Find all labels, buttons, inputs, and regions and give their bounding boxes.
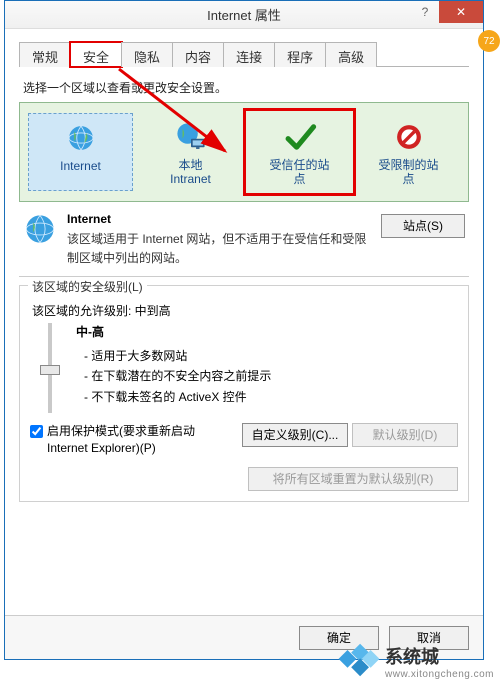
zone-name: Internet: [67, 212, 371, 226]
zone-label: 受限制的站 点: [359, 159, 458, 187]
tab-strip: 常规 安全 隐私 内容 连接 程序 高级: [19, 41, 469, 67]
zone-label: 受信任的站 点: [250, 159, 349, 187]
zone-restricted[interactable]: 受限制的站 点: [357, 113, 460, 191]
bullet: - 适用于大多数网站: [84, 346, 458, 366]
security-slider[interactable]: [36, 323, 64, 413]
allow-level-label: 该区域的允许级别: 中到高: [32, 302, 458, 319]
reset-row: 将所有区域重置为默认级别(R): [30, 467, 458, 491]
zone-trusted[interactable]: 受信任的站 点: [248, 113, 351, 191]
sites-button[interactable]: 站点(S): [381, 214, 465, 238]
level-details: 中-高 - 适用于大多数网站 - 在下载潜在的不安全内容之前提示 - 不下载未签…: [76, 323, 458, 413]
divider: [19, 276, 469, 277]
watermark: 系统城 www.xitongcheng.com: [337, 640, 494, 682]
watermark-zh: 系统城: [385, 643, 494, 669]
tab-privacy[interactable]: 隐私: [121, 42, 173, 67]
tab-content[interactable]: 内容: [172, 42, 224, 67]
window-title: Internet 属性: [207, 5, 281, 24]
close-button[interactable]: ✕: [439, 1, 483, 23]
tab-programs[interactable]: 程序: [274, 42, 326, 67]
forbidden-icon: [359, 117, 458, 157]
zone-internet[interactable]: Internet: [28, 113, 133, 191]
tab-security[interactable]: 安全: [70, 42, 122, 67]
default-level-button[interactable]: 默认级别(D): [352, 423, 458, 447]
protected-mode-checkbox[interactable]: [30, 425, 43, 438]
zone-label: 本地 Intranet: [141, 159, 240, 187]
zone-intranet[interactable]: 本地 Intranet: [139, 113, 242, 191]
slider-row: 中-高 - 适用于大多数网站 - 在下载潜在的不安全内容之前提示 - 不下载未签…: [30, 323, 458, 413]
zone-label: Internet: [31, 160, 130, 174]
protected-mode-row: 启用保护模式(要求重新启动 Internet Explorer)(P) 自定义级…: [30, 423, 458, 457]
slider-thumb[interactable]: [40, 365, 60, 375]
tab-connections[interactable]: 连接: [223, 42, 275, 67]
group-legend: 该区域的安全级别(L): [28, 278, 147, 295]
security-level-group: 该区域的安全级别(L) 该区域的允许级别: 中到高 中-高 - 适用于大多数网站…: [19, 285, 469, 502]
watermark-text: 系统城 www.xitongcheng.com: [385, 643, 494, 680]
titlebar: Internet 属性 ? ✕: [5, 1, 483, 29]
bullet: - 在下载潜在的不安全内容之前提示: [84, 366, 458, 386]
reset-all-button[interactable]: 将所有区域重置为默认级别(R): [248, 467, 458, 491]
zone-body: 该区域适用于 Internet 网站，但不适用于在受信任和受限制区域中列出的网站…: [67, 230, 371, 268]
watermark-en: www.xitongcheng.com: [385, 669, 494, 680]
globe-monitor-icon: [141, 117, 240, 157]
globe-icon: [23, 212, 57, 249]
instruction-text: 选择一个区域以查看或更改安全设置。: [23, 79, 469, 96]
tab-general[interactable]: 常规: [19, 42, 71, 67]
bullet: - 不下载未签名的 ActiveX 控件: [84, 387, 458, 407]
globe-icon: [31, 118, 130, 158]
system-buttons: ? ✕: [411, 1, 483, 23]
zone-description: Internet 该区域适用于 Internet 网站，但不适用于在受信任和受限…: [23, 212, 465, 268]
check-icon: [250, 117, 349, 157]
description-text: Internet 该区域适用于 Internet 网站，但不适用于在受信任和受限…: [67, 212, 371, 268]
client-area: 常规 安全 隐私 内容 连接 程序 高级 选择一个区域以查看或更改安全设置。 I…: [5, 29, 483, 512]
zone-selector: Internet 本地 Intranet 受信任的站 点 受限制的站 点: [19, 102, 469, 202]
tab-advanced[interactable]: 高级: [325, 42, 377, 67]
protected-mode-label: 启用保护模式(要求重新启动 Internet Explorer)(P): [47, 423, 238, 457]
level-name: 中-高: [76, 323, 458, 340]
dialog-window: Internet 属性 ? ✕ 常规 安全 隐私 内容 连接 程序 高级 选择一…: [4, 0, 484, 660]
badge-icon: 72: [478, 30, 500, 52]
help-button[interactable]: ?: [411, 1, 439, 23]
logo-icon: [337, 640, 379, 682]
custom-level-button[interactable]: 自定义级别(C)...: [242, 423, 348, 447]
